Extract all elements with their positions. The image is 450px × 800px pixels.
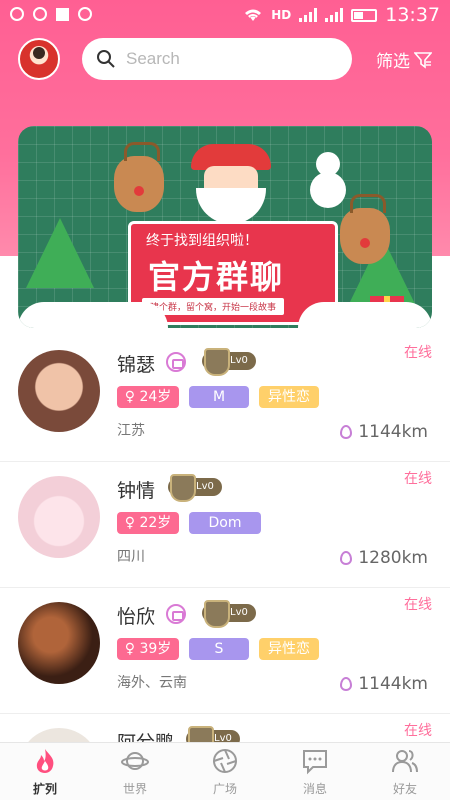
level-badge: Lv0 [168,474,222,502]
santa-illustration [186,144,276,224]
status-indicators: HD 13:37 [243,4,440,26]
user-location: 江苏 [117,423,145,439]
user-avatar[interactable] [18,602,100,684]
user-tags: ♀ 24岁 M 异性恋 [117,386,319,408]
location-pin-icon [340,551,353,565]
filter-button[interactable]: 筛选 [376,47,432,72]
location-pin-icon [340,677,353,691]
tab-label: 好友 [392,782,417,796]
battery-icon [351,8,378,22]
role-tag: M [189,386,249,408]
clock: 13:37 [385,4,440,26]
distance-value: 1144km [358,674,428,694]
wifi-notification-icon [33,7,47,21]
user-avatar[interactable] [18,476,100,558]
snow-decoration [298,302,432,328]
online-status: 在线 [404,345,432,361]
user-distance: 1280km [340,548,428,568]
chat-bubble-icon [303,750,327,775]
user-name: 钟情 [117,480,156,502]
age-tag: ♀ 39岁 [117,638,179,660]
user-distance: 1144km [340,674,428,694]
banner-subtitle: 终于找到组织啦！ [146,233,258,249]
tab-expand[interactable]: 扩列 [0,743,90,800]
user-tags: ♀ 39岁 S 异性恋 [117,638,319,660]
tab-square[interactable]: 广场 [180,743,270,800]
search-icon [97,50,115,68]
signal-icon [299,8,318,22]
tab-world[interactable]: 世界 [90,743,180,800]
age-tag: ♀ 22岁 [117,512,179,534]
role-tag: Dom [189,512,261,534]
role-tag: S [189,638,249,660]
app-notification-icon [78,7,92,21]
online-status: 在线 [404,723,432,739]
search-bar[interactable] [82,38,352,80]
orientation-tag: 异性恋 [259,638,319,660]
status-bar: HD 13:37 [0,0,450,32]
christmas-tree-illustration [26,218,94,288]
user-name: 锦瑟 [117,354,156,376]
tab-label: 广场 [212,782,237,796]
vip-badge-icon [166,604,186,624]
friends-icon [392,750,418,773]
aperture-icon [213,749,237,773]
user-distance: 1144km [340,422,428,442]
location-pin-icon [340,425,353,439]
user-avatar[interactable] [18,350,100,432]
tab-friends[interactable]: 好友 [360,743,450,800]
user-card[interactable]: 怡欣 Lv0 在线 ♀ 39岁 S 异性恋 海外、云南 1144km [0,588,450,714]
official-group-banner[interactable]: 终于找到组织啦！ 官方群聊 建个群，留个窝，开始一段故事 [18,126,432,328]
planet-icon [121,752,149,770]
network-type: HD [271,8,292,22]
online-status: 在线 [404,471,432,487]
user-location: 四川 [117,549,145,565]
flame-icon [36,749,54,773]
online-status: 在线 [404,597,432,613]
distance-value: 1144km [358,422,428,442]
user-list: 锦瑟 Lv0 在线 ♀ 24岁 M 异性恋 江苏 1144km 钟情 Lv0 在… [0,336,450,800]
wifi-icon [245,9,262,21]
filter-label: 筛选 [376,52,410,72]
notification-icons [10,7,92,21]
user-location: 海外、云南 [117,675,187,691]
distance-value: 1280km [358,548,428,568]
orientation-tag: 异性恋 [259,386,319,408]
filter-icon [414,51,432,69]
signal-icon-2 [325,8,344,22]
level-badge: Lv0 [202,348,256,376]
search-input[interactable] [126,49,326,69]
tab-label: 扩列 [32,782,57,796]
reindeer-illustration [114,142,164,212]
user-card[interactable]: 钟情 Lv0 在线 ♀ 22岁 Dom 四川 1280km [0,462,450,588]
reindeer-illustration [340,194,390,264]
level-badge: Lv0 [202,600,256,628]
snow-decoration [18,302,168,328]
notification-dot-icon [10,7,24,21]
age-tag: ♀ 24岁 [117,386,179,408]
user-card[interactable]: 锦瑟 Lv0 在线 ♀ 24岁 M 异性恋 江苏 1144km [0,336,450,462]
tab-label: 世界 [122,782,147,796]
tab-label: 消息 [302,782,327,796]
banner-title: 官方群聊 [148,258,285,296]
bottom-tab-bar: 扩列 世界 广场 消息 好友 [0,742,450,800]
snowman-illustration [308,152,348,212]
vip-badge-icon [166,352,186,372]
my-avatar[interactable] [18,38,60,80]
image-notification-icon [56,7,69,21]
user-tags: ♀ 22岁 Dom [117,512,261,534]
tab-messages[interactable]: 消息 [270,743,360,800]
user-name: 怡欣 [117,606,156,628]
